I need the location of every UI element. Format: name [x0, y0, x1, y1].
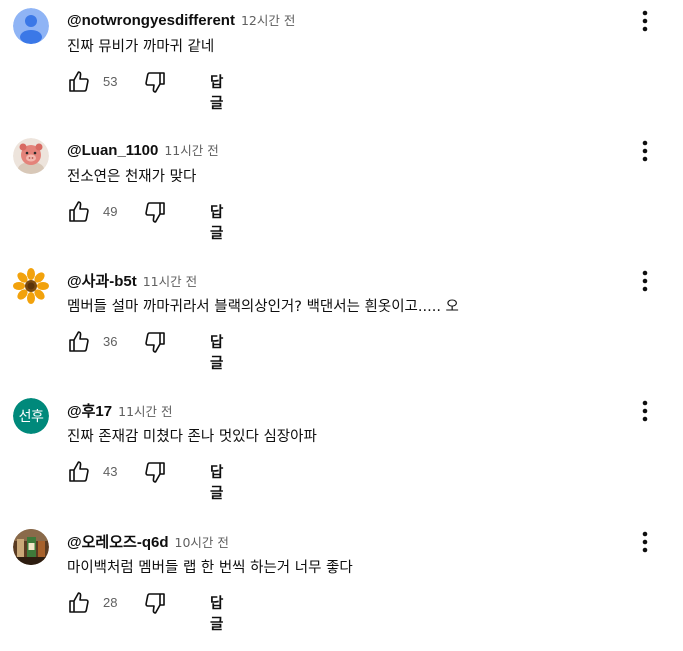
- comment-text: 마이백처럼 멤버들 랩 한 번씩 하는거 너무 좋다: [67, 560, 353, 576]
- thumb-down-icon: [145, 202, 165, 223]
- avatar[interactable]: [13, 268, 49, 304]
- thumb-down-icon: [145, 72, 165, 93]
- comment-item: @사과-b5t 11시간 전 멤버들 설마 까마귀라서 블랙의상인거? 백댄서는…: [0, 260, 683, 390]
- avatar[interactable]: [13, 138, 49, 174]
- avatar[interactable]: [13, 8, 49, 44]
- like-count: 43: [103, 464, 118, 479]
- reply-button[interactable]: 답글: [210, 461, 223, 503]
- comment-header: @오레오즈-q6d 10시간 전: [67, 531, 229, 551]
- drink-photo-image: [13, 529, 49, 565]
- like-button[interactable]: [67, 460, 91, 484]
- author-name[interactable]: @오레오즈-q6d: [67, 531, 169, 552]
- like-button[interactable]: [67, 591, 91, 615]
- like-count: 53: [103, 74, 118, 89]
- thumb-up-icon: [69, 331, 89, 352]
- dislike-button[interactable]: [143, 591, 167, 615]
- thumb-up-icon: [69, 461, 89, 482]
- sunflower-image: [13, 268, 49, 304]
- more-vert-icon: [642, 400, 648, 422]
- comment-time[interactable]: 11시간 전: [143, 271, 197, 290]
- action-menu-button[interactable]: [633, 268, 657, 296]
- author-name[interactable]: @사과-b5t: [67, 270, 137, 291]
- avatar[interactable]: 선후: [13, 398, 49, 434]
- like-button[interactable]: [67, 70, 91, 94]
- more-vert-icon: [642, 531, 648, 553]
- more-vert-icon: [642, 270, 648, 292]
- dislike-button[interactable]: [143, 330, 167, 354]
- reply-button[interactable]: 답글: [210, 331, 223, 373]
- comment-header: @Luan_1100 11시간 전: [67, 140, 219, 160]
- action-menu-button[interactable]: [633, 8, 657, 36]
- like-button[interactable]: [67, 330, 91, 354]
- comment-header: @후17 11시간 전: [67, 400, 173, 420]
- comment-header: @사과-b5t 11시간 전: [67, 270, 197, 290]
- thumb-up-icon: [69, 592, 89, 613]
- comment-time[interactable]: 10시간 전: [175, 532, 229, 551]
- comment-item: @notwrongyesdifferent 12시간 전 진짜 뮤비가 까마귀 …: [0, 0, 683, 130]
- action-menu-button[interactable]: [633, 529, 657, 557]
- author-name[interactable]: @Luan_1100: [67, 142, 158, 159]
- thumb-down-icon: [145, 593, 165, 614]
- comment-item: 선후 @후17 11시간 전 진짜 존재감 미쳤다 존나 멋있다 심장아파 43…: [0, 390, 683, 520]
- default-person-icon: [13, 8, 49, 44]
- comment-header: @notwrongyesdifferent 12시간 전: [67, 10, 295, 30]
- thumb-down-icon: [145, 332, 165, 353]
- like-count: 28: [103, 595, 118, 610]
- comment-item: @Luan_1100 11시간 전 전소연은 천재가 맞다 49 답글: [0, 130, 683, 260]
- reply-button[interactable]: 답글: [210, 201, 223, 243]
- comment-time[interactable]: 11시간 전: [118, 401, 172, 420]
- more-vert-icon: [642, 140, 648, 162]
- comment-text: 진짜 뮤비가 까마귀 같네: [67, 39, 215, 55]
- reply-button[interactable]: 답글: [210, 71, 223, 113]
- comment-time[interactable]: 11시간 전: [164, 140, 218, 159]
- more-vert-icon: [642, 10, 648, 32]
- comment-item: @오레오즈-q6d 10시간 전 마이백처럼 멤버들 랩 한 번씩 하는거 너무…: [0, 521, 683, 651]
- comment-text: 진짜 존재감 미쳤다 존나 멋있다 심장아파: [67, 429, 317, 445]
- action-menu-button[interactable]: [633, 138, 657, 166]
- comment-text: 멤버들 설마 까마귀라서 블랙의상인거? 백댄서는 흰옷이고..... 오: [67, 299, 459, 315]
- reply-button[interactable]: 답글: [210, 592, 223, 634]
- thumb-up-icon: [69, 71, 89, 92]
- author-name[interactable]: @notwrongyesdifferent: [67, 12, 235, 29]
- thumb-up-icon: [69, 201, 89, 222]
- thumb-down-icon: [145, 462, 165, 483]
- like-button[interactable]: [67, 200, 91, 224]
- action-menu-button[interactable]: [633, 398, 657, 426]
- like-count: 36: [103, 334, 118, 349]
- comment-text: 전소연은 천재가 맞다: [67, 169, 197, 185]
- author-name[interactable]: @후17: [67, 400, 112, 421]
- avatar[interactable]: [13, 529, 49, 565]
- comment-time[interactable]: 12시간 전: [241, 10, 295, 29]
- cartoon-pig-image: [13, 138, 49, 174]
- like-count: 49: [103, 204, 118, 219]
- avatar-letters: 선후: [13, 398, 49, 434]
- dislike-button[interactable]: [143, 70, 167, 94]
- dislike-button[interactable]: [143, 460, 167, 484]
- dislike-button[interactable]: [143, 200, 167, 224]
